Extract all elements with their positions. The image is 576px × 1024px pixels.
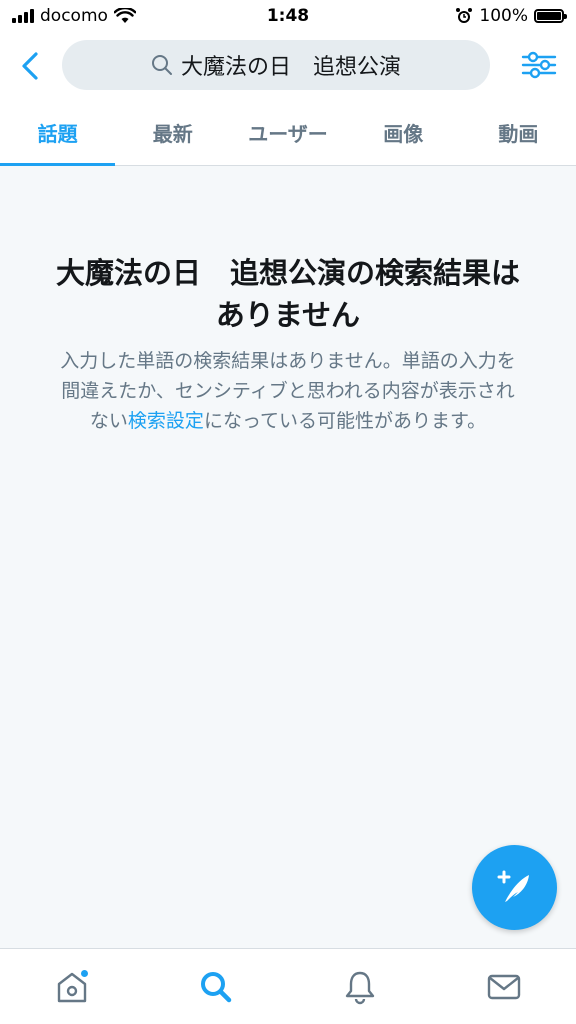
tab-top[interactable]: 話題 bbox=[0, 100, 116, 166]
search-results-area: 大魔法の日 追想公演の検索結果はありません 入力した単語の検索結果はありません。… bbox=[0, 166, 576, 948]
compose-tweet-button[interactable] bbox=[472, 845, 557, 930]
tab-videos[interactable]: 動画 bbox=[461, 100, 576, 165]
tab-photos[interactable]: 画像 bbox=[346, 100, 461, 165]
search-header: 大魔法の日 追想公演 bbox=[0, 32, 576, 100]
search-settings-link[interactable]: 検索設定 bbox=[128, 410, 204, 432]
bell-icon bbox=[345, 971, 375, 1004]
nav-explore[interactable] bbox=[181, 957, 251, 1017]
status-bar: docomo 1:48 100% bbox=[0, 0, 576, 32]
nav-notifications[interactable] bbox=[325, 957, 395, 1017]
mail-icon bbox=[487, 974, 521, 999]
tab-people[interactable]: ユーザー bbox=[230, 100, 345, 165]
wifi-icon bbox=[113, 8, 136, 23]
nav-home[interactable] bbox=[37, 957, 107, 1017]
battery-fill bbox=[537, 12, 561, 20]
bottom-navigation bbox=[0, 948, 576, 1024]
sliders-icon bbox=[521, 51, 557, 79]
search-icon bbox=[151, 55, 172, 75]
empty-state-description: 入力した単語の検索結果はありません。単語の入力を間違えたか、センシティブと思われ… bbox=[58, 346, 518, 436]
empty-desc-text-end: になっている可能性があります。 bbox=[203, 410, 487, 432]
search-input[interactable]: 大魔法の日 追想公演 bbox=[62, 40, 490, 90]
status-left: docomo bbox=[12, 6, 136, 26]
compose-feather-icon bbox=[497, 870, 529, 902]
search-query: 大魔法の日 追想公演 bbox=[180, 55, 401, 80]
battery-icon bbox=[534, 9, 567, 23]
search-tabs: 話題 最新 ユーザー 画像 動画 bbox=[0, 100, 576, 166]
battery-percent: 100% bbox=[479, 6, 528, 26]
chevron-left-icon bbox=[22, 52, 38, 80]
search-filter-button[interactable] bbox=[518, 44, 560, 86]
empty-state-title: 大魔法の日 追想公演の検索結果はありません bbox=[55, 256, 520, 332]
nav-messages[interactable] bbox=[469, 957, 539, 1017]
home-notification-dot bbox=[80, 968, 89, 978]
alarm-icon bbox=[456, 8, 473, 23]
status-right: 100% bbox=[455, 6, 567, 26]
tab-latest[interactable]: 最新 bbox=[115, 100, 230, 165]
back-button[interactable] bbox=[0, 36, 60, 96]
search-icon bbox=[201, 971, 232, 1002]
carrier-name: docomo bbox=[40, 6, 108, 26]
signal-icon bbox=[12, 9, 34, 23]
